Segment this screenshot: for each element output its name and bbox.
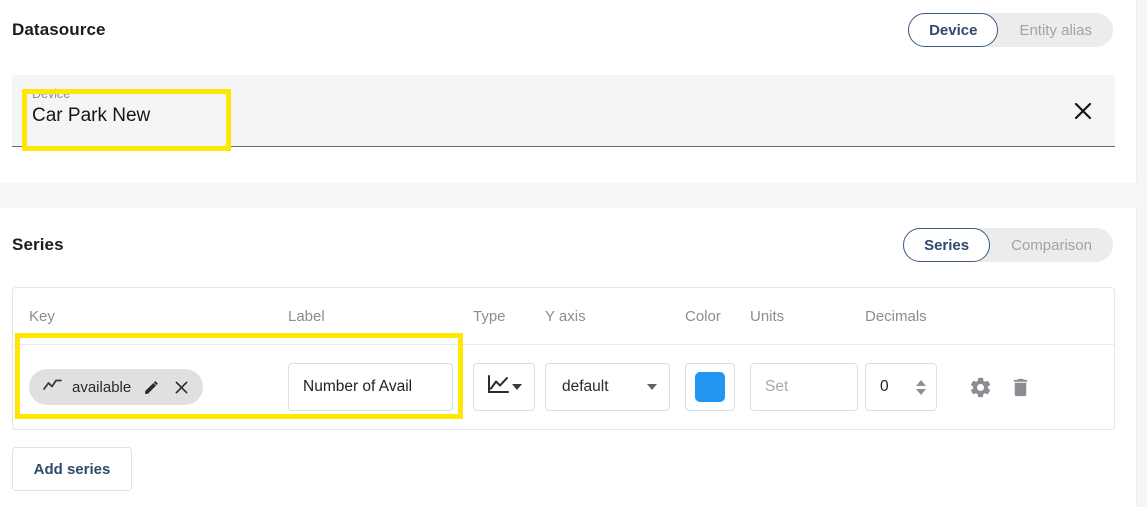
chevron-down-icon [512, 384, 522, 390]
yaxis-select[interactable]: default [545, 363, 670, 411]
datasource-title: Datasource [12, 20, 106, 39]
cell-yaxis: default [545, 363, 685, 411]
add-series-button[interactable]: Add series [12, 447, 132, 491]
toggle-option-comparison[interactable]: Comparison [990, 228, 1113, 262]
timeseries-icon [43, 378, 62, 397]
table-row: available Number of Avail default Set 0 [13, 345, 1114, 429]
cell-actions [960, 367, 1090, 407]
column-header-decimals: Decimals [865, 307, 927, 325]
stepper-up-icon[interactable] [916, 379, 926, 386]
cell-key: available [13, 369, 288, 405]
color-swatch [695, 372, 725, 402]
column-header-yaxis: Y axis [545, 307, 586, 325]
yaxis-select-value: default [562, 378, 609, 395]
units-input[interactable]: Set [750, 363, 858, 411]
series-mode-toggle[interactable]: Series Comparison [903, 228, 1113, 262]
column-header-color: Color [685, 307, 721, 325]
close-icon[interactable] [171, 377, 191, 397]
series-table-header: Key Label Type Y axis Color Units Decima… [13, 288, 1114, 345]
color-picker-button[interactable] [685, 363, 735, 411]
column-header-key: Key [29, 307, 55, 325]
device-field-value[interactable]: Car Park New [32, 105, 150, 127]
chevron-down-icon [647, 384, 657, 390]
label-input[interactable]: Number of Avail [288, 363, 453, 411]
column-header-label: Label [288, 307, 325, 325]
section-divider [0, 183, 1147, 208]
series-title: Series [12, 235, 64, 254]
type-select[interactable] [473, 363, 535, 411]
line-chart-icon [486, 374, 510, 401]
datasource-mode-toggle[interactable]: Device Entity alias [908, 13, 1113, 47]
toggle-option-entity-alias[interactable]: Entity alias [998, 13, 1113, 47]
cell-label: Number of Avail [288, 363, 473, 411]
toggle-option-series[interactable]: Series [903, 228, 991, 262]
decimals-value: 0 [880, 378, 889, 395]
device-field-label: Device* [32, 87, 76, 101]
gear-icon[interactable] [960, 367, 1000, 407]
pencil-icon[interactable] [141, 377, 161, 397]
stepper-down-icon[interactable] [916, 388, 926, 395]
cell-color [685, 363, 750, 411]
close-icon[interactable] [1067, 95, 1099, 127]
quantity-stepper[interactable] [912, 379, 930, 395]
series-table: Key Label Type Y axis Color Units Decima… [12, 287, 1115, 430]
toggle-option-device[interactable]: Device [908, 13, 999, 47]
device-field[interactable]: Device* Car Park New [12, 75, 1115, 147]
column-header-type: Type [473, 307, 506, 325]
cell-decimals: 0 [865, 363, 960, 411]
cell-type [473, 363, 545, 411]
datakey-chip[interactable]: available [29, 369, 204, 405]
column-header-units: Units [750, 307, 785, 325]
decimals-input[interactable]: 0 [865, 363, 937, 411]
trash-icon[interactable] [1000, 367, 1040, 407]
cell-units: Set [750, 363, 865, 411]
datakey-chip-label: available [72, 378, 132, 396]
